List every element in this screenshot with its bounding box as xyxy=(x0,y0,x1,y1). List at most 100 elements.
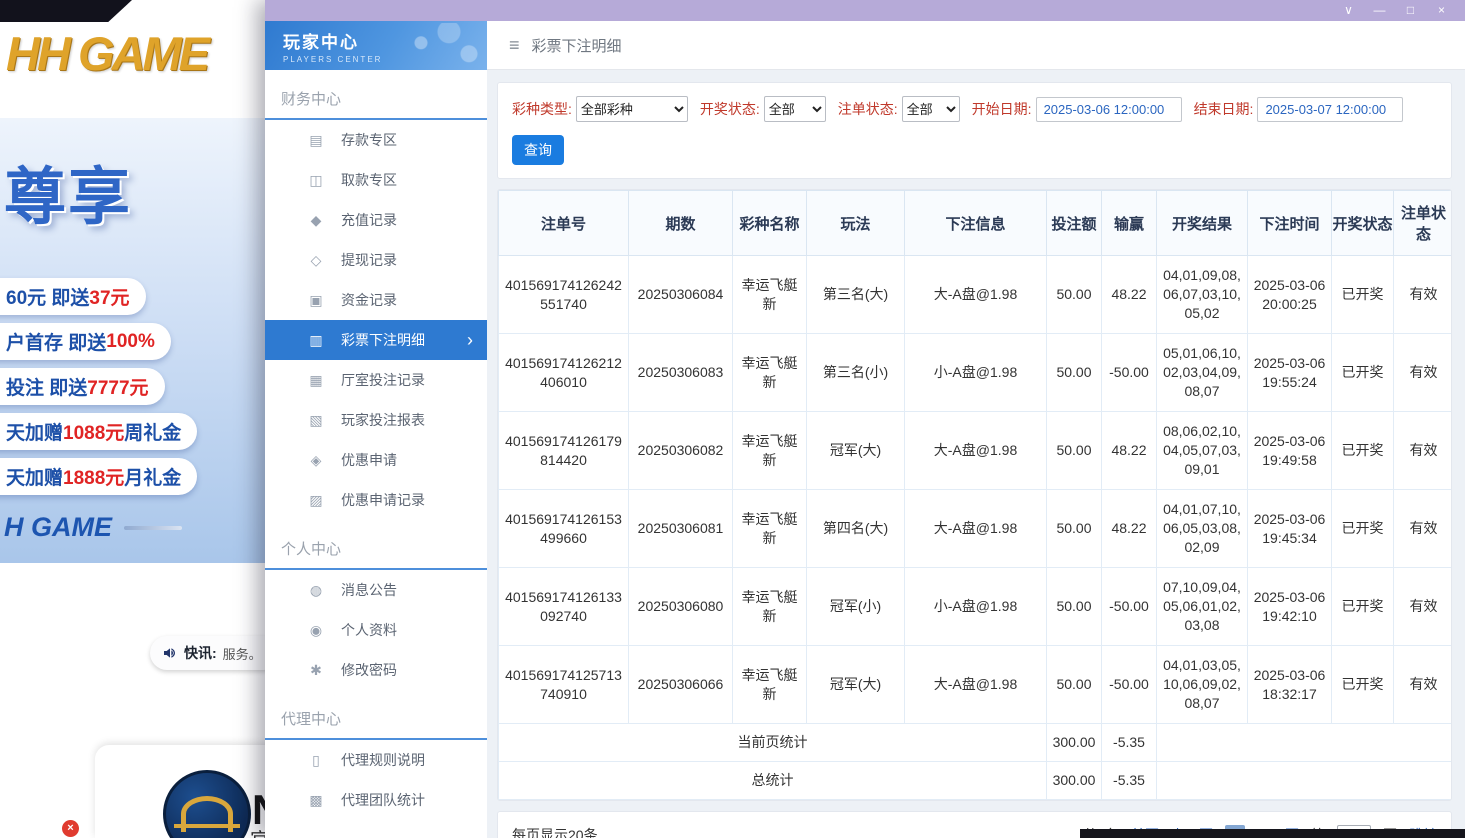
sidebar-item-lottery-bet-details[interactable]: ▥彩票下注明细› xyxy=(265,320,487,360)
window-chevron-icon[interactable]: ∨ xyxy=(1333,0,1364,21)
sidebar-item-agent-rules[interactable]: ▯代理规则说明 xyxy=(265,740,487,780)
sidebar-subtitle: PLAYERS CENTER xyxy=(283,55,487,64)
col-header-amount: 投注额 xyxy=(1047,191,1102,256)
table-row: 40156917412613309274020250306080幸运飞艇新冠军(… xyxy=(499,568,1453,646)
cell-play: 冠军(大) xyxy=(807,646,905,724)
summary-label: 总统计 xyxy=(499,762,1047,800)
window-minimize-icon[interactable]: — xyxy=(1364,0,1395,21)
sidebar-item-agent-team-stats[interactable]: ▩代理团队统计 xyxy=(265,780,487,820)
main-area: ≡ 彩票下注明细 彩种类型: 全部彩种 开奖状态: 全部 注单状 xyxy=(487,21,1465,838)
cell-bet-id: 401569174126212406010 xyxy=(499,334,629,412)
table-row: 40156917412624255174020250306084幸运飞艇新第三名… xyxy=(499,256,1453,334)
pill-text: 天加赠 xyxy=(6,463,63,490)
col-header-winloss: 输赢 xyxy=(1102,191,1157,256)
sidebar-item-player-bet-report[interactable]: ▧玩家投注报表 xyxy=(265,400,487,440)
sidebar-item-change-password[interactable]: ✱修改密码 xyxy=(265,650,487,690)
hall-records-icon: ▦ xyxy=(307,372,325,389)
cell-amount: 50.00 xyxy=(1047,334,1102,412)
cell-draw-status: 已开奖 xyxy=(1332,646,1394,724)
cell-period: 20250306084 xyxy=(629,256,733,334)
deposit-icon: ▤ xyxy=(307,132,325,149)
sidebar: 玩家中心 PLAYERS CENTER 财务中心▤存款专区◫取款专区◆充值记录◇… xyxy=(265,21,487,838)
cell-lottery: 幸运飞艇新 xyxy=(733,490,807,568)
cell-bet-info: 大-A盘@1.98 xyxy=(905,646,1047,724)
funds-icon: ▣ xyxy=(307,292,325,309)
sidebar-item-announcements[interactable]: ◍消息公告 xyxy=(265,570,487,610)
col-header-result: 开奖结果 xyxy=(1157,191,1248,256)
window-close-icon[interactable]: × xyxy=(1426,0,1457,21)
background-site: HH GAME 尊享 60元 即送37元 户首存 即送100% 投注 即送777… xyxy=(0,0,265,838)
lottery-type-select[interactable]: 全部彩种 xyxy=(576,96,688,122)
pill-text: 户首存 即送 xyxy=(6,328,106,355)
cell-time: 2025-03-06 19:45:34 xyxy=(1248,490,1332,568)
sidebar-item-label: 充值记录 xyxy=(341,210,397,230)
bet-table: 注单号 期数 彩种名称 玩法 下注信息 投注额 输赢 开奖结果 下注时间 开奖状… xyxy=(498,190,1452,800)
profile-icon: ◉ xyxy=(307,622,325,639)
col-header-bet-info: 下注信息 xyxy=(905,191,1047,256)
sidebar-item-label: 提现记录 xyxy=(341,250,397,270)
bet-status-select[interactable]: 全部 xyxy=(902,96,960,122)
cell-period: 20250306083 xyxy=(629,334,733,412)
end-date-label: 结束日期: xyxy=(1194,99,1254,119)
cell-winloss: -50.00 xyxy=(1102,568,1157,646)
sidebar-item-label: 消息公告 xyxy=(341,580,397,600)
start-date-input[interactable] xyxy=(1036,97,1182,122)
sidebar-title: 玩家中心 xyxy=(283,28,487,53)
secondary-logo-text: H GAME xyxy=(4,512,112,543)
close-badge-icon[interactable]: × xyxy=(62,820,79,837)
content-area: 彩种类型: 全部彩种 开奖状态: 全部 注单状态: 全部 开始日期: xyxy=(487,70,1465,838)
summary-winloss-total: -5.35 xyxy=(1102,762,1157,800)
sidebar-item-hall-bet-records[interactable]: ▦厅室投注记录 xyxy=(265,360,487,400)
col-header-period: 期数 xyxy=(629,191,733,256)
news-ticker[interactable]: 快讯: 服务。 xyxy=(150,636,265,670)
cell-period: 20250306082 xyxy=(629,412,733,490)
window-maximize-icon[interactable]: □ xyxy=(1395,0,1426,21)
cell-lottery: 幸运飞艇新 xyxy=(733,568,807,646)
promo-pill[interactable]: 天加赠1088元周礼金 xyxy=(0,413,197,450)
promo-pill[interactable]: 户首存 即送100% xyxy=(0,323,171,360)
col-header-draw-status: 开奖状态 xyxy=(1332,191,1394,256)
cell-period: 20250306080 xyxy=(629,568,733,646)
search-button[interactable]: 查询 xyxy=(512,135,564,165)
promo-pill[interactable]: 投注 即送7777元 xyxy=(0,368,165,405)
promo-pill[interactable]: 天加赠1888元月礼金 xyxy=(0,458,197,495)
sidebar-item-recharge-records[interactable]: ◆充值记录 xyxy=(265,200,487,240)
cell-draw-status: 已开奖 xyxy=(1332,334,1394,412)
sidebar-item-funds-records[interactable]: ▣资金记录 xyxy=(265,280,487,320)
pill-text: 周礼金 xyxy=(124,418,181,445)
promo-pill[interactable]: 60元 即送37元 xyxy=(0,278,146,315)
agent-rules-icon: ▯ xyxy=(307,752,325,769)
taskbar-strip xyxy=(1080,829,1465,838)
summary-winloss-total: -5.35 xyxy=(1102,724,1157,762)
players-center-window: ∨ — □ × 玩家中心 PLAYERS CENTER 财务中心▤存款专区◫取款… xyxy=(265,0,1465,838)
end-date-input[interactable] xyxy=(1257,97,1403,122)
draw-status-select[interactable]: 全部 xyxy=(764,96,826,122)
sidebar-item-promo-apply[interactable]: ◈优惠申请 xyxy=(265,440,487,480)
pill-text: 投注 即送 xyxy=(6,373,87,400)
cell-lottery: 幸运飞艇新 xyxy=(733,646,807,724)
table-row: 40156917412617981442020250306082幸运飞艇新冠军(… xyxy=(499,412,1453,490)
sidebar-item-promo-apply-records[interactable]: ▨优惠申请记录 xyxy=(265,480,487,520)
sidebar-item-label: 玩家投注报表 xyxy=(341,410,425,430)
sidebar-item-profile[interactable]: ◉个人资料 xyxy=(265,610,487,650)
ticker-text: 服务。 xyxy=(223,644,262,663)
cell-lottery: 幸运飞艇新 xyxy=(733,412,807,490)
cell-time: 2025-03-06 20:00:25 xyxy=(1248,256,1332,334)
sidebar-item-withdrawal-records[interactable]: ◇提现记录 xyxy=(265,240,487,280)
cell-amount: 50.00 xyxy=(1047,256,1102,334)
page-title: 彩票下注明细 xyxy=(532,35,622,56)
sidebar-item-withdraw-zone[interactable]: ◫取款专区 xyxy=(265,160,487,200)
filter-panel: 彩种类型: 全部彩种 开奖状态: 全部 注单状态: 全部 开始日期: xyxy=(497,82,1452,179)
table-row: 40156917412571374091020250306066幸运飞艇新冠军(… xyxy=(499,646,1453,724)
col-header-time: 下注时间 xyxy=(1248,191,1332,256)
menu-icon[interactable]: ≡ xyxy=(509,35,520,56)
start-date-label: 开始日期: xyxy=(972,99,1032,119)
logo-underline-decoration xyxy=(124,526,182,530)
sidebar-item-label: 修改密码 xyxy=(341,660,397,680)
sidebar-item-deposit-zone[interactable]: ▤存款专区 xyxy=(265,120,487,160)
cell-winloss: 48.22 xyxy=(1102,412,1157,490)
cell-lottery: 幸运飞艇新 xyxy=(733,334,807,412)
cell-draw-status: 已开奖 xyxy=(1332,412,1394,490)
cell-bet-status: 有效 xyxy=(1394,490,1453,568)
chevron-right-icon: › xyxy=(467,331,473,349)
